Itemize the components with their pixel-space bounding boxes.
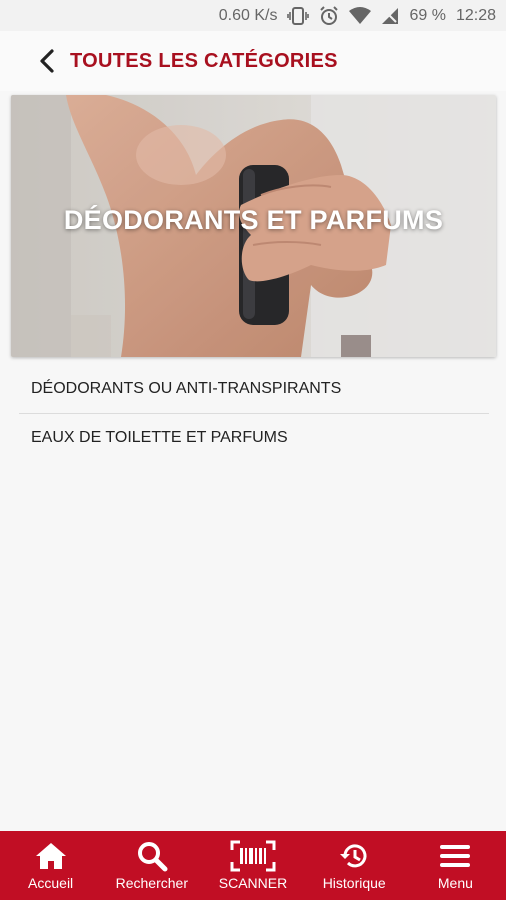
menu-icon: [440, 845, 471, 867]
nav-label-historique: Historique: [322, 875, 386, 891]
history-icon: [340, 844, 367, 868]
signal-icon: [381, 7, 399, 25]
nav-menu[interactable]: Menu: [405, 831, 506, 900]
battery-level: 69 %: [409, 6, 446, 24]
chevron-left-icon: [40, 49, 54, 73]
back-button[interactable]: [30, 44, 64, 78]
list-item-eaux-de-toilette[interactable]: EAUX DE TOILETTE ET PARFUMS: [19, 413, 489, 461]
nav-label-rechercher: Rechercher: [115, 875, 188, 891]
vibrate-icon: [287, 6, 310, 25]
page-title: TOUTES LES CATÉGORIES: [70, 49, 338, 72]
nav-accueil[interactable]: Accueil: [0, 831, 101, 900]
list-item-deodorants[interactable]: DÉODORANTS OU ANTI-TRANSPIRANTS: [19, 365, 489, 413]
nav-label-accueil: Accueil: [28, 875, 74, 891]
category-title: DÉODORANTS ET PARFUMS: [63, 205, 444, 235]
nav-scanner[interactable]: SCANNER: [202, 831, 303, 900]
nav-historique[interactable]: Historique: [304, 831, 405, 900]
status-bar: 0.60 K/s 69 % 12:28: [0, 0, 506, 31]
nav-rechercher[interactable]: Rechercher: [101, 831, 202, 900]
wifi-icon: [349, 6, 372, 25]
clock: 12:28: [455, 6, 496, 24]
nav-label-menu: Menu: [437, 875, 473, 891]
app-header: TOUTES LES CATÉGORIES: [0, 31, 506, 91]
category-hero-banner: DÉODORANTS ET PARFUMS: [11, 95, 496, 357]
barcode-scanner-icon: [230, 840, 276, 872]
bottom-navigation: Accueil Rechercher SCANNER Historique Me…: [0, 831, 506, 900]
nav-label-scanner: SCANNER: [218, 875, 288, 891]
alarm-icon: [319, 5, 339, 26]
home-icon: [35, 843, 66, 869]
search-icon: [137, 842, 168, 872]
subcategory-list: DÉODORANTS OU ANTI-TRANSPIRANTS EAUX DE …: [19, 365, 489, 461]
network-speed: 0.60 K/s: [218, 6, 278, 24]
